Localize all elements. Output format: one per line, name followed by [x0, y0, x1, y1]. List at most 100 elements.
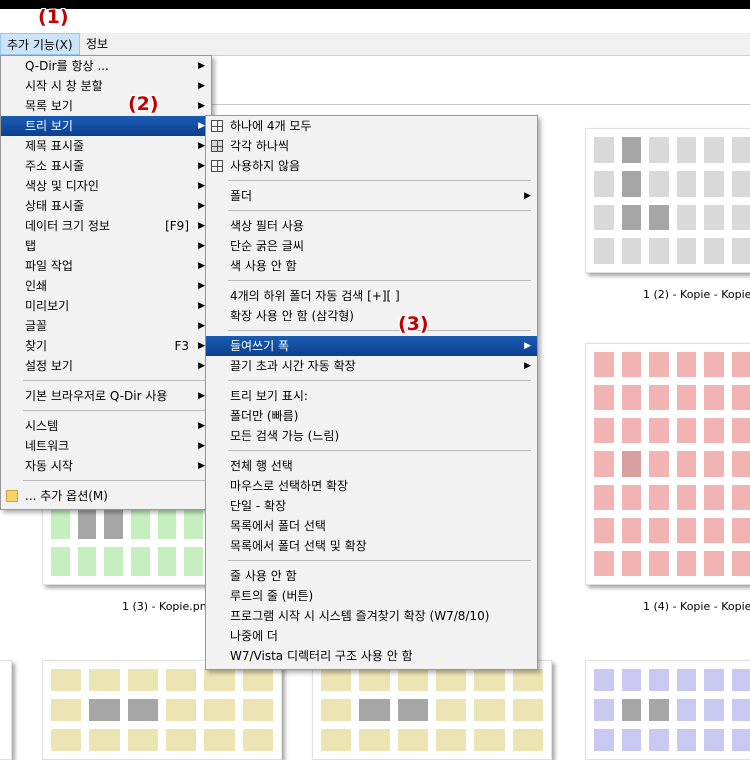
- thumbnail-2[interactable]: [585, 128, 750, 273]
- menu-item-title-bar[interactable]: 제목 표시줄▶: [1, 136, 211, 156]
- thumbnail-cell: [594, 518, 614, 543]
- thumbnail-cell: [89, 729, 119, 751]
- menu-item-tree-view[interactable]: 트리 보기▶: [1, 116, 211, 136]
- menu-item-root-lines[interactable]: 루트의 줄 (버튼): [206, 586, 537, 606]
- menu-item-auto-scan-subfolders[interactable]: 4개의 하위 폴더 자동 검색 [+][ ]: [206, 286, 537, 306]
- menu-item-indent-width[interactable]: 들여쓰기 폭▶: [206, 336, 537, 356]
- menu-item-one-each[interactable]: 각각 하나씩: [206, 136, 537, 156]
- menu-item-view-settings[interactable]: 설정 보기▶: [1, 356, 211, 376]
- menu-item-single-expand[interactable]: 단일 - 확장: [206, 496, 537, 516]
- thumbnail-cell: [649, 669, 669, 691]
- menu-item-label: 단순 굵은 글씨: [230, 239, 304, 253]
- menu-item-label: 나중에 더: [230, 629, 278, 643]
- menu-item-no-expand-triangle[interactable]: 확장 사용 안 함 (삼각형): [206, 306, 537, 326]
- thumbnail-cell: [594, 238, 614, 264]
- menu-item-autostart[interactable]: 자동 시작▶: [1, 456, 211, 476]
- menu-item-address-bar[interactable]: 주소 표시줄▶: [1, 156, 211, 176]
- menu-item-find[interactable]: 찾기F3▶: [1, 336, 211, 356]
- menu-item-label: 하나에 4개 모두: [230, 119, 312, 133]
- shortcut-label: F3: [174, 336, 189, 356]
- thumbnail-cell: [594, 729, 614, 751]
- thumbnail-label-2[interactable]: 1 (2) - Kopie - Kopie.: [643, 288, 750, 301]
- thumbnail-cell: [677, 518, 697, 543]
- thumbnail-cell: [321, 699, 351, 721]
- menu-item-label: 각각 하나씩: [230, 139, 289, 153]
- menu-item-color-filter[interactable]: 색상 필터 사용: [206, 216, 537, 236]
- menu-item-no-vista-structure[interactable]: W7/Vista 디렉터리 구조 사용 안 함: [206, 646, 537, 666]
- address-bar[interactable]: [200, 84, 750, 105]
- menu-item-label: 단일 - 확장: [230, 499, 286, 513]
- menu-item-label: 목록 보기: [25, 99, 73, 113]
- menu-item-status-bar[interactable]: 상태 표시줄▶: [1, 196, 211, 216]
- thumbnail-cell: [128, 699, 158, 721]
- menu-item-label: 줄 사용 안 함: [230, 569, 297, 583]
- menu-item-label: 데이터 크기 정보: [25, 219, 110, 233]
- thumbnail-label-4[interactable]: 1 (4) - Kopie - Kopie.: [643, 600, 750, 613]
- menu-item-simple-bold[interactable]: 단순 굵은 글씨: [206, 236, 537, 256]
- submenu-arrow-icon: ▶: [198, 136, 205, 156]
- submenu-arrow-icon: ▶: [198, 156, 205, 176]
- menu-item-label: 탭: [25, 239, 36, 253]
- thumbnail-cell: [732, 171, 750, 197]
- thumbnail-cell: [649, 485, 669, 510]
- menu-info[interactable]: 정보: [80, 33, 114, 55]
- menu-item-full-row-select[interactable]: 전체 행 선택: [206, 456, 537, 476]
- submenu-arrow-icon: ▶: [198, 456, 205, 476]
- submenu-arrow-icon: ▶: [198, 176, 205, 196]
- menu-item-folders-only[interactable]: 폴더만 (빠름): [206, 406, 537, 426]
- thumbnail-8[interactable]: [0, 660, 12, 760]
- thumbnail-6[interactable]: [312, 660, 552, 760]
- menu-item-label: 파일 작업: [25, 259, 73, 273]
- menu-item-more-options[interactable]: ... 추가 옵션(M): [1, 486, 211, 506]
- thumbnail-cell: [704, 418, 724, 443]
- thumbnail-5[interactable]: [42, 660, 282, 760]
- thumbnail-cell: [622, 352, 642, 377]
- menu-item-not-used[interactable]: 사용하지 않음: [206, 156, 537, 176]
- thumbnail-cell: [732, 518, 750, 543]
- menu-item-no-lines[interactable]: 줄 사용 안 함: [206, 566, 537, 586]
- menu-item-expand-favorites[interactable]: 프로그램 시작 시 시스템 즐겨찾기 확장 (W7/8/10): [206, 606, 537, 626]
- thumbnail-4[interactable]: [585, 343, 750, 585]
- thumbnail-cell: [204, 699, 234, 721]
- menu-item-label: 설정 보기: [25, 359, 73, 373]
- thumbnail-cell: [594, 551, 614, 576]
- menu-item-drag-autoexpand[interactable]: 끌기 초과 시간 자동 확장▶: [206, 356, 537, 376]
- menu-separator: [206, 376, 537, 386]
- menu-extra-features[interactable]: 추가 기능(X): [0, 33, 80, 55]
- submenu-arrow-icon: ▶: [198, 196, 205, 216]
- menu-item-preview[interactable]: 미리보기▶: [1, 296, 211, 316]
- menu-item-all-four-in-one[interactable]: 하나에 4개 모두: [206, 116, 537, 136]
- menu-item-system[interactable]: 시스템▶: [1, 416, 211, 436]
- menu-item-more-later[interactable]: 나중에 더: [206, 626, 537, 646]
- menu-item-network[interactable]: 네트워크▶: [1, 436, 211, 456]
- menu-item-file-ops[interactable]: 파일 작업▶: [1, 256, 211, 276]
- menu-item-font[interactable]: 글꼴▶: [1, 316, 211, 336]
- thumbnail-cell: [704, 518, 724, 543]
- menu-item-default-browser[interactable]: 기본 브라우저로 Q-Dir 사용▶: [1, 386, 211, 406]
- thumbnail-7[interactable]: [585, 660, 750, 760]
- menu-item-select-folder-in-list[interactable]: 목록에서 폴더 선택: [206, 516, 537, 536]
- menu-item-data-size[interactable]: 데이터 크기 정보[F9]▶: [1, 216, 211, 236]
- menu-item-colors-design[interactable]: 색상 및 디자인▶: [1, 176, 211, 196]
- menu-item-print[interactable]: 인쇄▶: [1, 276, 211, 296]
- thumbnail-cell: [51, 547, 70, 577]
- menu-item-select-and-expand-folder[interactable]: 목록에서 폴더 선택 및 확장: [206, 536, 537, 556]
- thumbnail-cell: [594, 699, 614, 721]
- menu-item-folder[interactable]: 폴더▶: [206, 186, 537, 206]
- menu-item-tabs[interactable]: 탭▶: [1, 236, 211, 256]
- menu-item-always[interactable]: Q-Dir를 항상 ...▶: [1, 56, 211, 76]
- menu-item-all-searchable[interactable]: 모든 검색 가능 (느림): [206, 426, 537, 446]
- menu-separator: [206, 326, 537, 336]
- thumbnail-cell: [732, 418, 750, 443]
- menu-item-list-view[interactable]: 목록 보기▶: [1, 96, 211, 116]
- thumbnail-cell: [704, 699, 724, 721]
- menu-item-expand-on-mouse-select[interactable]: 마우스로 선택하면 확장: [206, 476, 537, 496]
- menu-item-split-start[interactable]: 시작 시 창 분할▶: [1, 76, 211, 96]
- thumbnail-cell: [622, 385, 642, 410]
- thumbnail-label-3[interactable]: 1 (3) - Kopie.png: [122, 600, 214, 613]
- thumbnail-cell: [732, 205, 750, 231]
- menu-item-no-color[interactable]: 색 사용 안 함: [206, 256, 537, 276]
- thumbnail-3[interactable]: [42, 500, 212, 585]
- menu-item-label: 기본 브라우저로 Q-Dir 사용: [25, 389, 167, 403]
- thumbnail-cell: [594, 171, 614, 197]
